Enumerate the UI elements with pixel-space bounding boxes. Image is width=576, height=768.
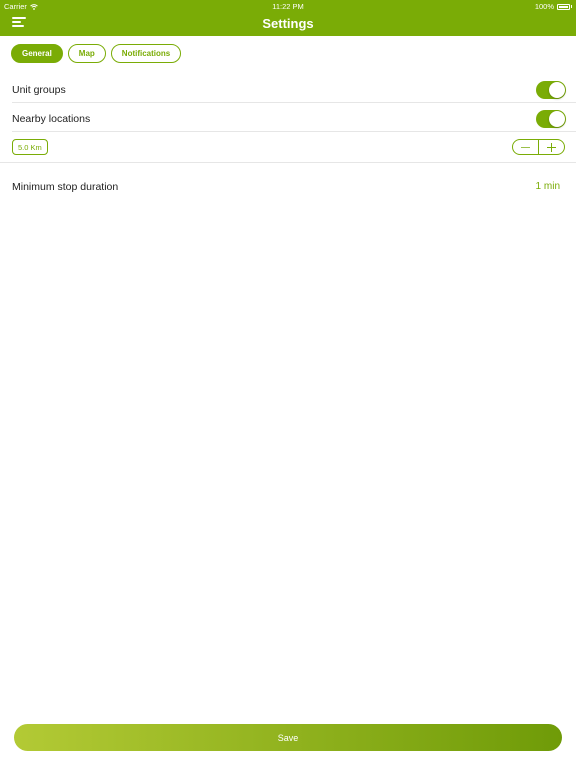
increment-button[interactable] <box>539 140 564 154</box>
status-time: 11:22 PM <box>272 2 304 11</box>
tab-notifications[interactable]: Notifications <box>110 44 182 63</box>
nearby-locations-label: Nearby locations <box>12 113 91 125</box>
nearby-locations-row: Nearby locations <box>0 105 576 132</box>
top-bar: Carrier 11:22 PM 100% Settings <box>0 0 576 36</box>
minimum-stop-duration-row[interactable]: Minimum stop duration 1 min <box>0 176 576 198</box>
nearby-locations-toggle[interactable] <box>536 110 566 128</box>
divider <box>12 131 576 132</box>
save-button[interactable]: Save <box>14 724 562 751</box>
minus-icon <box>521 146 530 148</box>
tab-general[interactable]: General <box>11 44 63 63</box>
unit-groups-toggle[interactable] <box>536 81 566 99</box>
battery-tip <box>571 5 572 8</box>
status-bar: Carrier 11:22 PM 100% <box>0 0 576 12</box>
toggle-knob <box>549 82 565 98</box>
minimum-stop-duration-label: Minimum stop duration <box>12 181 119 193</box>
toggle-knob <box>549 111 565 127</box>
distance-stepper <box>512 139 565 155</box>
battery-percent: 100% <box>534 2 554 11</box>
unit-groups-label: Unit groups <box>12 84 66 96</box>
unit-groups-row: Unit groups <box>0 76 576 103</box>
decrement-button[interactable] <box>513 140 538 154</box>
page-title: Settings <box>262 16 314 31</box>
distance-value: 5.0 Km <box>12 139 48 155</box>
divider <box>12 102 576 103</box>
tab-bar: General Map Notifications <box>11 44 182 63</box>
divider <box>0 162 576 163</box>
minimum-stop-duration-value[interactable]: 1 min <box>536 181 560 192</box>
plus-icon <box>547 142 556 152</box>
tab-map[interactable]: Map <box>67 44 106 63</box>
battery-info: 100% <box>535 2 572 11</box>
battery-icon <box>557 3 570 10</box>
